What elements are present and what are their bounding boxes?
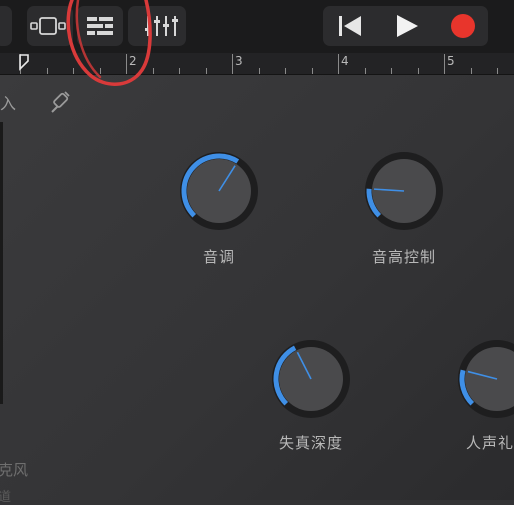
knob-label: 音调: [202, 248, 235, 266]
left-track-strip: [0, 122, 3, 404]
ruler-tick: [470, 68, 472, 74]
ruler-tick: [46, 68, 48, 74]
mixer-icon: [145, 16, 178, 36]
ruler-tick: [364, 68, 366, 74]
timeline-ruler[interactable]: 2 3 4 5: [0, 53, 514, 75]
playhead-icon[interactable]: [18, 53, 30, 73]
ruler-tick: [497, 68, 498, 74]
knob-label: 音高控制: [371, 248, 436, 266]
knob-3[interactable]: [263, 331, 359, 427]
ruler-bar-number: 2: [129, 54, 137, 68]
knob-label: 失真深度: [278, 434, 343, 452]
input-label: 入: [0, 94, 17, 113]
record-icon[interactable]: [445, 6, 481, 46]
knob-1[interactable]: [171, 143, 267, 239]
ruler-tick: [285, 68, 286, 74]
ruler-tick: [152, 68, 154, 74]
ruler-tick: [232, 54, 233, 74]
transport-controls: [323, 6, 488, 46]
knob-label: 人声礼: [465, 434, 514, 452]
ruler-bar-number: 3: [235, 54, 243, 68]
ruler-tick: [258, 68, 260, 74]
top-toolbar: [0, 0, 514, 53]
tracks-view-button[interactable]: [77, 6, 123, 46]
ruler-tick: [391, 68, 392, 74]
tracks-view-icon: [87, 17, 113, 35]
rewind-icon[interactable]: [333, 6, 369, 46]
ruler-tick: [99, 68, 101, 74]
knob-4[interactable]: [449, 331, 514, 427]
ruler-bar-number: 5: [447, 54, 455, 68]
ruler-bar-number: 4: [341, 54, 349, 68]
knob-2[interactable]: [356, 143, 452, 239]
back-button[interactable]: [0, 6, 12, 46]
track-label: 道: [0, 490, 12, 505]
ruler-tick: [126, 54, 127, 74]
ruler-tick: [311, 68, 313, 74]
smart-controls-panel: [0, 75, 514, 500]
ruler-tick: [73, 68, 74, 74]
ruler-tick: [179, 68, 180, 74]
ruler-tick: [417, 68, 419, 74]
ruler-tick: [205, 68, 207, 74]
mixer-button[interactable]: [128, 6, 186, 46]
input-cable-icon[interactable]: [46, 88, 74, 116]
ruler-tick: [338, 54, 339, 74]
browser-view-button[interactable]: [27, 6, 73, 46]
microphone-label: 克风: [0, 461, 29, 479]
ruler-tick: [444, 54, 445, 74]
browser-view-icon: [30, 17, 66, 35]
play-icon[interactable]: [389, 6, 425, 46]
